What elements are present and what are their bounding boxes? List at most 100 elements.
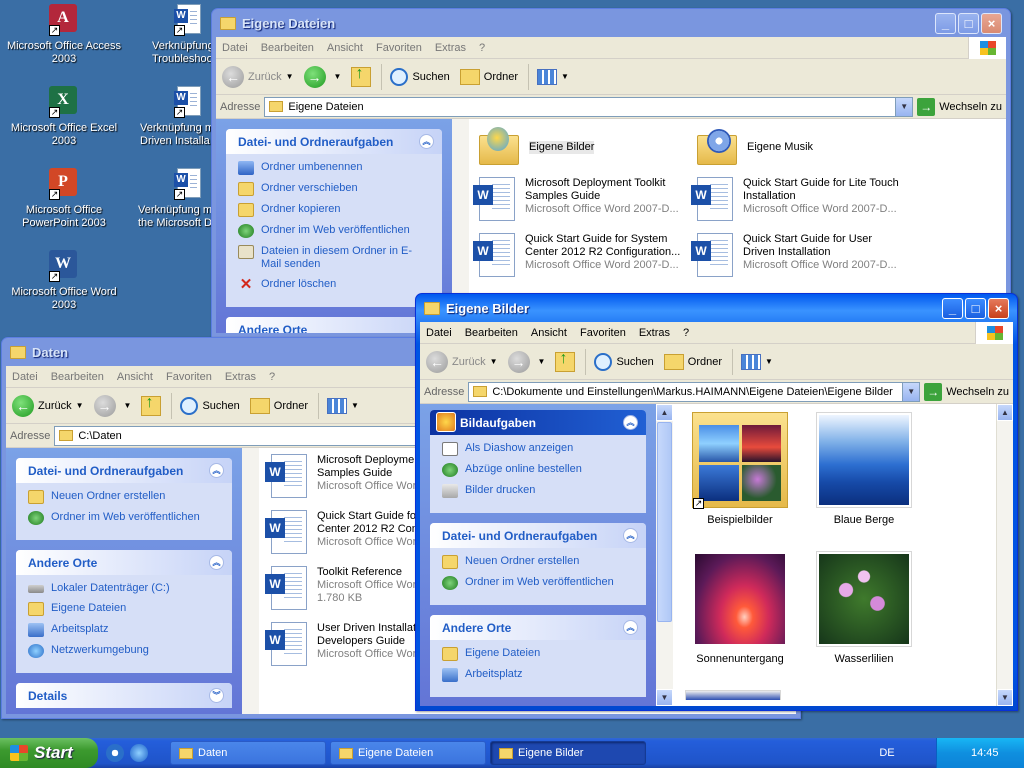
collapse-icon[interactable]: ︽ <box>209 463 224 478</box>
titlebar[interactable]: Eigene Dateien _ □ × <box>216 9 1006 37</box>
file-item[interactable]: W Quick Start Guide for User Driven Inst… <box>691 233 906 279</box>
place-netzwerk[interactable]: Netzwerkumgebung <box>28 644 222 658</box>
close-button[interactable]: × <box>988 297 1009 319</box>
menu-help[interactable]: ? <box>479 42 485 54</box>
task-publish-web[interactable]: Ordner im Web veröffentlichen <box>28 511 222 525</box>
menu-bearbeiten[interactable]: Bearbeiten <box>261 42 314 54</box>
desktop-shortcut-2[interactable]: ↗ Verknüpfung mDriven Installa <box>134 86 214 148</box>
forward-button[interactable]: → ▼ <box>93 394 131 417</box>
place-local-disk[interactable]: Lokaler Datenträger (C:) <box>28 582 222 595</box>
menu-bearbeiten[interactable]: Bearbeiten <box>465 327 518 339</box>
up-button[interactable] <box>351 65 372 87</box>
thumbnail-partial[interactable] <box>685 690 781 700</box>
folder-eigene-musik[interactable]: Eigene Musik <box>695 127 813 167</box>
collapse-icon[interactable]: ︽ <box>209 555 224 570</box>
go-button[interactable]: → Wechseln zu <box>917 97 1002 116</box>
clock[interactable]: 14:45 <box>971 747 999 759</box>
place-arbeitsplatz[interactable]: Arbeitsplatz <box>28 623 222 637</box>
views-button[interactable]: ▼ <box>327 397 359 414</box>
task-box-header[interactable]: Details ︾ <box>16 683 232 708</box>
menu-datei[interactable]: Datei <box>426 327 452 339</box>
collapse-icon[interactable]: ︽ <box>623 528 638 543</box>
menu-ansicht[interactable]: Ansicht <box>327 42 363 54</box>
file-item[interactable]: W Microsoft Deploymen Samples Guide Micros… <box>265 454 420 500</box>
desktop-icon-access[interactable]: A ↗ Microsoft Office Access 2003 <box>5 4 123 66</box>
back-button[interactable]: ← Zurück ▼ <box>426 350 498 373</box>
maximize-button[interactable]: □ <box>965 297 986 319</box>
task-publish-web[interactable]: Ordner im Web veröffentlichen <box>442 576 636 590</box>
thumbnail-sonnenuntergang[interactable]: Sonnenuntergang <box>685 551 795 665</box>
start-button[interactable]: Start <box>0 738 98 768</box>
menu-datei[interactable]: Datei <box>222 42 248 54</box>
language-indicator[interactable]: DE <box>857 738 917 768</box>
up-button[interactable] <box>141 394 162 416</box>
task-box-header[interactable]: Datei- und Ordneraufgaben ︽ <box>226 129 442 154</box>
file-item[interactable]: W Quick Start Guide for Lite Touch Insta… <box>691 177 906 223</box>
place-eigene-dateien[interactable]: Eigene Dateien <box>28 602 222 616</box>
minimize-button[interactable]: _ <box>935 12 956 34</box>
thumbnail-blaue-berge[interactable]: Blaue Berge <box>809 412 919 526</box>
task-new-folder[interactable]: Neuen Ordner erstellen <box>442 555 636 569</box>
place-arbeitsplatz[interactable]: Arbeitsplatz <box>442 668 636 682</box>
scroll-up-icon[interactable]: ▲ <box>656 404 673 421</box>
file-item[interactable]: W Quick Start Guide for Center 2012 R2 Co… <box>265 510 421 556</box>
window-eigene-bilder[interactable]: Eigene Bilder _ □ × Datei Bearbeiten Ans… <box>415 293 1018 711</box>
desktop-icon-excel[interactable]: X ↗ Microsoft Office Excel 2003 <box>5 86 123 148</box>
menu-bearbeiten[interactable]: Bearbeiten <box>51 371 104 383</box>
scroll-up-icon[interactable]: ▲ <box>997 404 1013 421</box>
file-item[interactable]: W Microsoft Deployment Toolkit Samples G… <box>473 177 688 223</box>
task-publish-web[interactable]: Ordner im Web veröffentlichen <box>238 224 432 238</box>
folders-button[interactable]: Ordner <box>663 353 722 370</box>
folders-button[interactable]: Ordner <box>459 68 518 85</box>
collapse-icon[interactable]: ︽ <box>623 415 638 430</box>
desktop-icon-powerpoint[interactable]: P ↗ Microsoft Office PowerPoint 2003 <box>5 168 123 230</box>
task-move-folder[interactable]: Ordner verschieben <box>238 182 432 196</box>
close-button[interactable]: × <box>981 12 1002 34</box>
collapse-icon[interactable]: ︽ <box>623 620 638 635</box>
back-button[interactable]: ← Zurück ▼ <box>222 65 294 88</box>
task-box-header[interactable]: Andere Orte <box>226 317 442 333</box>
thumbnail-wasserlilien[interactable]: Wasserlilien <box>809 551 919 665</box>
task-copy-folder[interactable]: Ordner kopieren <box>238 203 432 217</box>
views-button[interactable]: ▼ <box>537 68 569 85</box>
search-button[interactable]: Suchen <box>594 352 654 371</box>
chevron-down-icon[interactable]: ▼ <box>902 382 920 401</box>
desktop-icon-word[interactable]: W ↗ Microsoft Office Word 2003 <box>5 250 123 312</box>
taskbar-button-eigene-dateien[interactable]: Eigene Dateien <box>330 741 486 765</box>
menu-extras[interactable]: Extras <box>639 327 670 339</box>
forward-button[interactable]: → ▼ <box>507 350 545 373</box>
file-item[interactable]: W User Driven Installati Developers Guide… <box>265 622 418 668</box>
folders-button[interactable]: Ordner <box>249 397 308 414</box>
menu-ansicht[interactable]: Ansicht <box>117 371 153 383</box>
scroll-down-icon[interactable]: ▼ <box>656 689 673 706</box>
task-email-files[interactable]: Dateien in diesem Ordner in E-Mail sende… <box>238 245 432 271</box>
back-button[interactable]: ← Zurück ▼ <box>12 394 84 417</box>
scrollbar[interactable]: ▲ ▼ <box>996 404 1013 706</box>
expand-icon[interactable]: ︾ <box>209 688 224 703</box>
task-box-header[interactable]: Andere Orte ︽ <box>430 615 646 640</box>
menu-help[interactable]: ? <box>683 327 689 339</box>
chevron-down-icon[interactable]: ▼ <box>895 97 913 116</box>
taskbar-button-daten[interactable]: Daten <box>170 741 326 765</box>
address-input[interactable]: Eigene Dateien ▼ <box>264 96 914 117</box>
task-new-folder[interactable]: Neuen Ordner erstellen <box>28 490 222 504</box>
address-input[interactable]: C:\Dokumente und Einstellungen\Markus.HA… <box>468 381 921 402</box>
menu-extras[interactable]: Extras <box>225 371 256 383</box>
forward-button[interactable]: → ▼ <box>303 65 341 88</box>
file-item[interactable]: W Toolkit Reference Microsoft Office Wor 1… <box>265 566 416 612</box>
task-delete-folder[interactable]: ✕ Ordner löschen <box>238 277 432 292</box>
desktop-icon[interactable] <box>106 744 124 762</box>
menu-favoriten[interactable]: Favoriten <box>376 42 422 54</box>
task-order-prints[interactable]: Abzüge online bestellen <box>442 463 636 477</box>
thumbnail-beispielbilder[interactable]: ↗ Beispielbilder <box>685 412 795 526</box>
task-rename-folder[interactable]: Ordner umbenennen <box>238 161 432 175</box>
desktop-shortcut-1[interactable]: ↗ VerknüpfungTroubleshoo <box>134 4 214 66</box>
task-pane-scrollbar[interactable]: ▲ ▼ <box>656 404 673 706</box>
up-button[interactable] <box>555 350 576 372</box>
scroll-thumb[interactable] <box>657 422 672 622</box>
window-eigene-dateien[interactable]: Eigene Dateien _ □ × Datei Bearbeiten An… <box>211 8 1011 338</box>
task-box-header[interactable]: Bildaufgaben ︽ <box>430 410 646 435</box>
task-print-pictures[interactable]: Bilder drucken <box>442 484 636 498</box>
menu-favoriten[interactable]: Favoriten <box>580 327 626 339</box>
task-box-header[interactable]: Datei- und Ordneraufgaben ︽ <box>430 523 646 548</box>
